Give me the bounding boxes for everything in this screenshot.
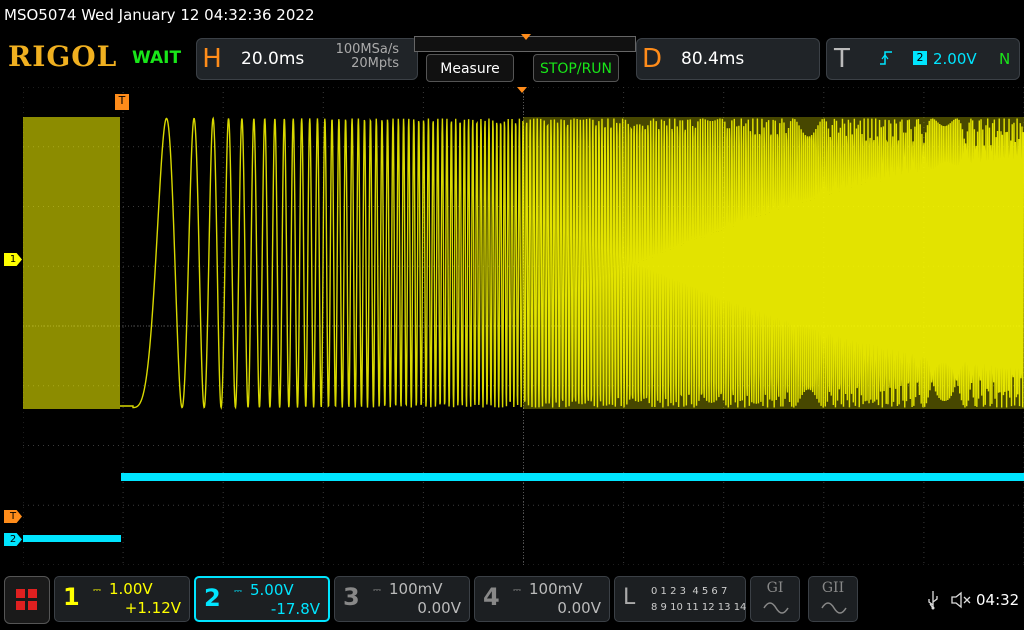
center-marker	[517, 87, 527, 93]
trigger-source: 2	[913, 51, 927, 65]
channel-2-scale: 5.00V	[250, 581, 294, 599]
menu-button[interactable]	[4, 576, 50, 624]
bottom-bar: 1 ⎓ 1.00V +1.12V 2 ⎓ 5.00V -17.8V 3 ⎓ 10…	[0, 572, 1024, 630]
channel-1-marker[interactable]: 1	[4, 253, 22, 266]
horizontal-letter: H	[202, 44, 222, 74]
channel-1-box[interactable]: 1 ⎓ 1.00V +1.12V	[54, 576, 190, 622]
trigger-panel[interactable]: T 2 2.00V N	[826, 38, 1020, 80]
sine-wave-icon	[821, 602, 847, 614]
channel-3-number: 3	[343, 583, 360, 611]
timebase-value: 20.0ms	[241, 49, 305, 69]
generator-2-label: GII	[821, 580, 845, 596]
logic-channels-row-1: 0 1 2 3 4 5 6 7	[651, 586, 728, 597]
top-bar: RIGOL WAIT H 20.0ms 100MSa/s 20Mpts Meas…	[0, 32, 1024, 84]
sine-wave-icon	[763, 602, 789, 614]
generator-1-button[interactable]: GI	[750, 576, 800, 622]
title-text: MSO5074 Wed January 12 04:32:36 2022	[4, 6, 315, 24]
rising-edge-icon	[879, 49, 893, 67]
channel-1-scale: 1.00V	[109, 580, 153, 598]
clock: 04:32	[976, 591, 1020, 609]
channel-2-number: 2	[204, 584, 221, 612]
delay-letter: D	[641, 44, 663, 74]
channel-4-scale: 100mV	[529, 580, 583, 598]
channel-3-offset: 0.00V	[417, 599, 461, 617]
trigger-mode: N	[999, 50, 1011, 68]
channel-3-box[interactable]: 3 ⎓ 100mV 0.00V	[334, 576, 470, 622]
channel-4-offset: 0.00V	[557, 599, 601, 617]
stop-run-button[interactable]: STOP/RUN	[533, 54, 619, 82]
delay-value: 80.4ms	[681, 49, 745, 69]
usb-icon	[926, 590, 940, 610]
sample-rate: 100MSa/s	[335, 42, 399, 57]
trigger-level-marker[interactable]: T	[4, 510, 22, 523]
channel-4-number: 4	[483, 583, 500, 611]
channel-1-offset: +1.12V	[124, 599, 181, 617]
channel-1-number: 1	[63, 583, 80, 611]
delay-panel[interactable]: D 80.4ms	[636, 38, 820, 80]
trigger-position-label: T	[118, 94, 126, 107]
rigol-logo: RIGOL	[8, 40, 118, 73]
memory-depth: 20Mpts	[351, 56, 399, 71]
ch2-low-level	[23, 535, 121, 542]
channel-1-waveform	[23, 116, 1024, 411]
horizontal-panel[interactable]: H 20.0ms 100MSa/s 20Mpts	[196, 38, 418, 80]
ch2-high-level	[121, 473, 1024, 481]
logic-letter: L	[623, 585, 636, 610]
speaker-muted-icon[interactable]	[950, 590, 972, 610]
waveform-overview	[414, 34, 636, 52]
channel-3-scale: 100mV	[389, 580, 443, 598]
trigger-letter: T	[834, 44, 850, 74]
generator-1-label: GI	[766, 580, 784, 596]
channel-4-box[interactable]: 4 ⎓ 100mV 0.00V	[474, 576, 610, 622]
logic-analyzer-box[interactable]: L 0 1 2 3 4 5 6 7 8 9 10 11 12 13 14 15	[614, 576, 762, 622]
chirp-trace	[120, 116, 1024, 411]
channel-2-marker[interactable]: 2	[4, 533, 22, 546]
logic-channels-row-2: 8 9 10 11 12 13 14 15	[651, 602, 763, 613]
generator-2-button[interactable]: GII	[808, 576, 858, 622]
pre-trigger-signal-band	[23, 117, 120, 409]
dc-coupling-icon: ⎓	[373, 585, 381, 596]
waveform-display[interactable]: T	[23, 87, 1024, 565]
channel-2-box[interactable]: 2 ⎓ 5.00V -17.8V	[194, 576, 330, 622]
channel-2-offset: -17.8V	[270, 600, 320, 618]
acquisition-status: WAIT	[132, 48, 182, 68]
measure-button[interactable]: Measure	[426, 54, 514, 82]
trigger-level: 2.00V	[933, 50, 977, 68]
trigger-position-marker[interactable]: T	[115, 94, 129, 110]
overview-trigger-marker	[521, 34, 531, 40]
dc-coupling-icon: ⎓	[513, 585, 521, 596]
dc-coupling-icon: ⎓	[234, 586, 242, 597]
dc-coupling-icon: ⎓	[93, 585, 101, 596]
title-bar: MSO5074 Wed January 12 04:32:36 2022	[0, 0, 1024, 30]
